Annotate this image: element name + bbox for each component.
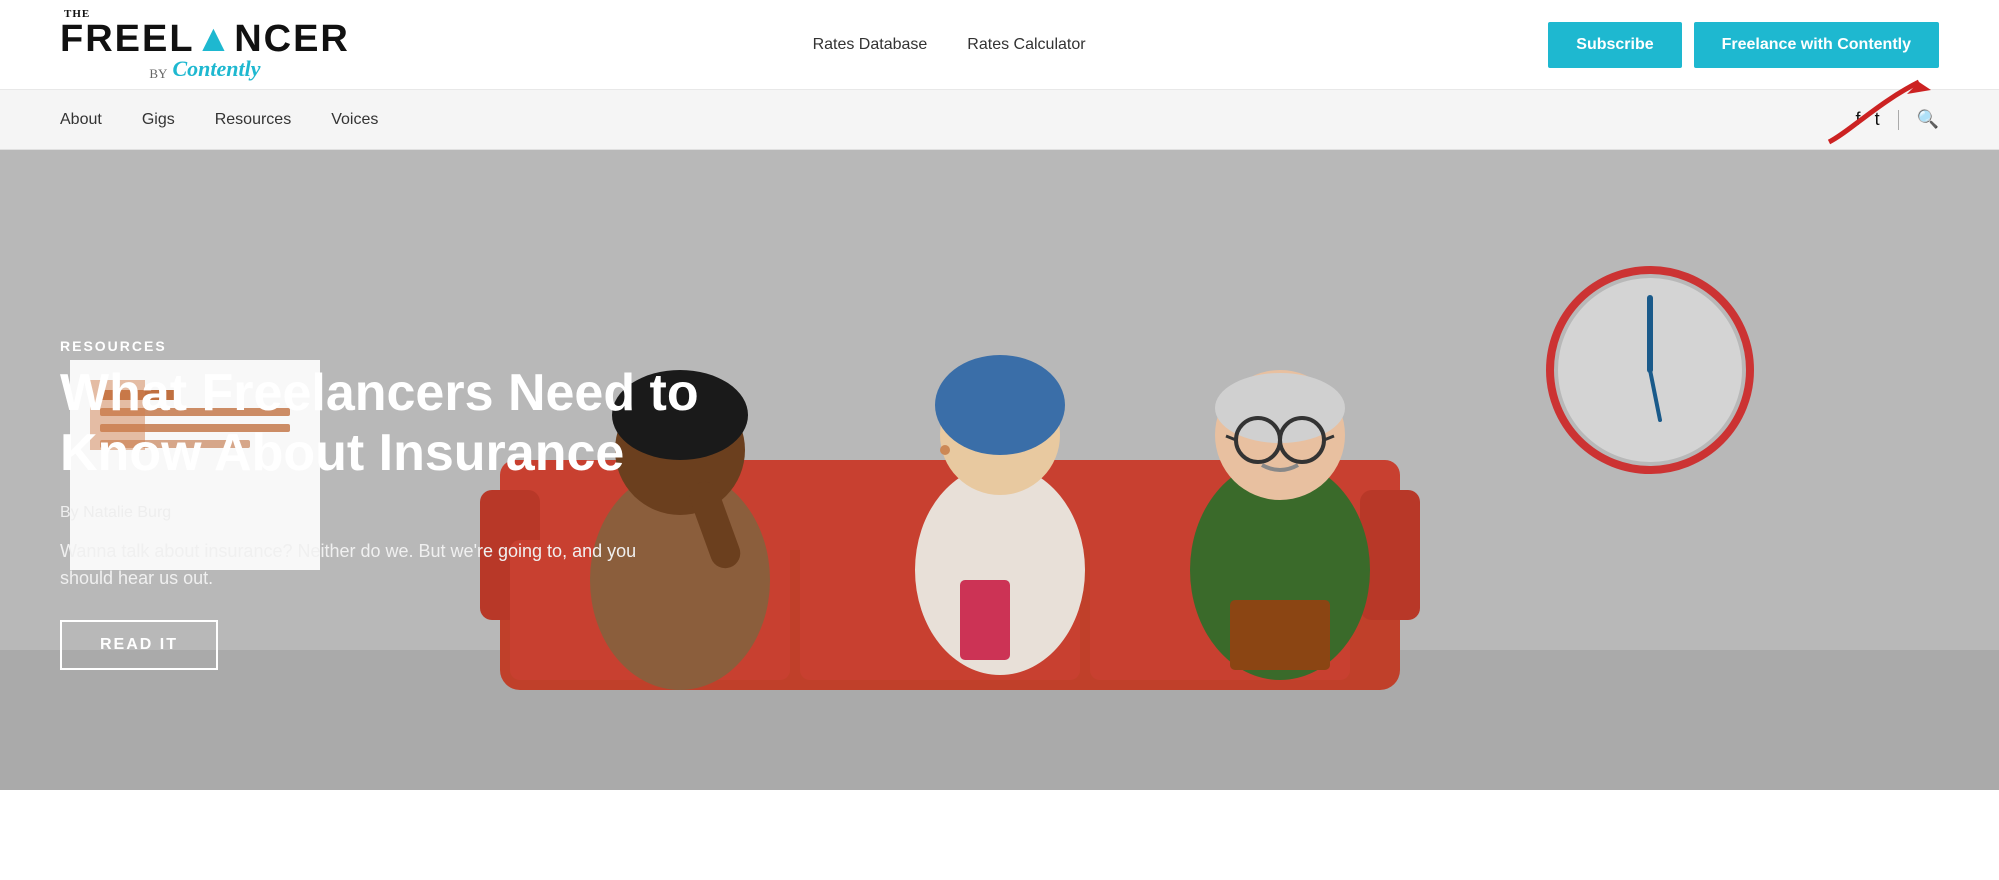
logo: THE FREEL▲NCER BY Contently: [60, 9, 350, 80]
subscribe-button[interactable]: Subscribe: [1548, 22, 1681, 68]
nav-rates-calculator[interactable]: Rates Calculator: [967, 36, 1085, 54]
nav-voices[interactable]: Voices: [331, 111, 378, 129]
top-bar: THE FREEL▲NCER BY Contently Rates Databa…: [0, 0, 1999, 90]
hero-category: RESOURCES: [60, 338, 840, 354]
top-buttons: Subscribe Freelance with Contently: [1548, 22, 1939, 68]
logo-by: BY: [149, 67, 167, 80]
logo-freelancer-text: FREEL▲NCER: [60, 18, 350, 60]
freelance-button[interactable]: Freelance with Contently: [1694, 22, 1939, 68]
social-icons: f t 🔍: [1856, 109, 1939, 130]
secondary-nav-links: About Gigs Resources Voices: [60, 111, 378, 129]
nav-rates-database[interactable]: Rates Database: [813, 36, 928, 54]
divider: [1898, 110, 1899, 130]
hero-section: RESOURCES What Freelancers Need to Know …: [0, 150, 1999, 790]
facebook-icon[interactable]: f: [1856, 109, 1861, 130]
nav-resources[interactable]: Resources: [215, 111, 291, 129]
logo-caret: ▲: [195, 18, 235, 60]
hero-description: Wanna talk about insurance? Neither do w…: [60, 538, 660, 592]
search-icon[interactable]: 🔍: [1917, 109, 1939, 130]
twitter-icon[interactable]: t: [1875, 109, 1880, 130]
hero-title: What Freelancers Need to Know About Insu…: [60, 364, 840, 484]
secondary-nav: About Gigs Resources Voices f t 🔍: [0, 90, 1999, 150]
logo-contently: Contently: [172, 58, 260, 80]
hero-text: RESOURCES What Freelancers Need to Know …: [60, 338, 840, 670]
nav-about[interactable]: About: [60, 111, 102, 129]
read-it-button[interactable]: READ IT: [60, 620, 218, 670]
hero-author: By Natalie Burg: [60, 504, 840, 522]
top-nav: Rates Database Rates Calculator: [813, 36, 1086, 54]
nav-gigs[interactable]: Gigs: [142, 111, 175, 129]
